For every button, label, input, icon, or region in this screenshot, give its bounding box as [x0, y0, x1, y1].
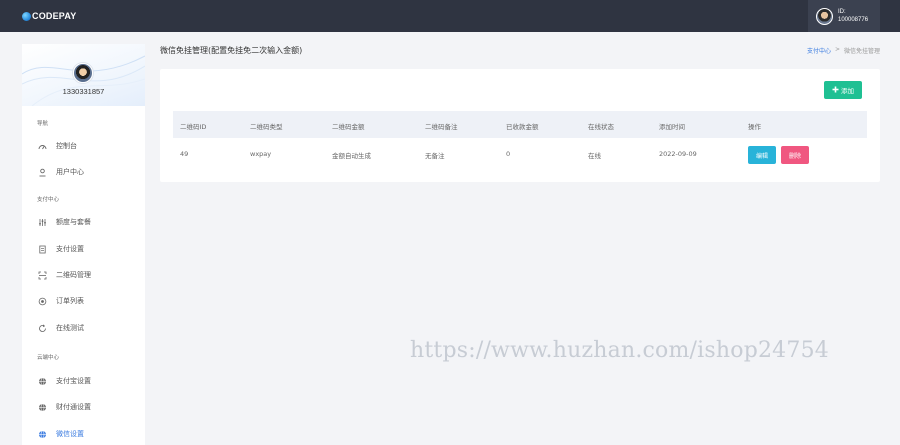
sidebar-item-alipay[interactable]: 支付宝设置 [38, 374, 138, 388]
sidebar-item-tenpay[interactable]: 财付通设置 [38, 400, 138, 414]
qrcode-panel: 添加 二维码ID 二维码类型 二维码金额 二维码备注 已收款金额 在线状态 添加… [160, 69, 880, 182]
sidebar-item-label: 额度与套餐 [56, 218, 91, 226]
sidebar-item-online-test[interactable]: 在线测试 [38, 321, 138, 335]
column-header-online-status: 在线状态 [588, 123, 614, 131]
column-header-amount: 二维码金额 [332, 123, 365, 131]
profile-avatar[interactable] [73, 63, 93, 83]
sidebar-item-user-center[interactable]: 用户中心 [38, 165, 138, 179]
sliders-icon [38, 218, 47, 227]
username: 1330331857 [62, 87, 105, 96]
sidebar-item-label: 控制台 [56, 142, 77, 150]
column-header-remark: 二维码备注 [425, 123, 458, 131]
logo-text: CODEPAY [32, 11, 77, 21]
section-title-nav: 导航 [37, 121, 49, 127]
globe-icon [38, 430, 47, 439]
column-header-type: 二维码类型 [250, 123, 283, 131]
sidebar-item-label: 订单列表 [56, 297, 84, 305]
user-menu[interactable]: ID: 100008776 [808, 0, 880, 32]
logo-mark-icon [22, 11, 31, 21]
list-icon [38, 297, 47, 306]
sidebar-item-label: 支付设置 [56, 245, 84, 253]
user-id-value: 100008776 [838, 17, 869, 23]
sidebar: 1330331857 导航 控制台 用户中心 支付中心 额度与套餐 支付设置 二… [22, 44, 145, 445]
logo[interactable]: CODEPAY [22, 10, 76, 22]
sidebar-item-payment-settings[interactable]: 支付设置 [38, 242, 138, 256]
sidebar-item-label: 财付通设置 [56, 403, 91, 411]
cell-remark: 无备注 [425, 152, 445, 160]
column-header-id: 二维码ID [180, 123, 207, 131]
sidebar-item-label: 二维码管理 [56, 271, 91, 279]
sidebar-item-label: 支付宝设置 [56, 377, 91, 385]
section-title-payment: 支付中心 [37, 197, 60, 203]
sidebar-item-qrcode[interactable]: 二维码管理 [38, 268, 138, 282]
column-header-add-time: 添加时间 [659, 123, 685, 131]
column-header-actions: 操作 [748, 123, 761, 131]
qrcode-icon [38, 271, 47, 280]
breadcrumb-link-payment-center[interactable]: 支付中心 [807, 46, 831, 55]
user-icon [38, 168, 47, 177]
sidebar-item-quota[interactable]: 额度与套餐 [38, 215, 138, 229]
add-button-label: 添加 [841, 87, 854, 95]
add-button[interactable]: 添加 [824, 81, 862, 99]
sidebar-item-label: 在线测试 [56, 324, 84, 332]
document-icon [38, 245, 47, 254]
globe-icon [38, 377, 47, 386]
globe-icon [38, 403, 47, 412]
sidebar-item-dashboard[interactable]: 控制台 [38, 139, 138, 153]
delete-button[interactable]: 删除 [781, 146, 809, 164]
breadcrumb-separator: > [834, 46, 840, 53]
section-title-cloud: 云端中心 [37, 355, 60, 361]
cell-online-status: 在线 [588, 152, 601, 160]
plus-icon [832, 86, 839, 95]
edit-button[interactable]: 编辑 [748, 146, 776, 164]
cell-type: wxpay [250, 150, 272, 158]
page-title: 微信免挂管理(配置免挂免二次输入金额) [160, 46, 303, 55]
top-bar: CODEPAY ID: 100008776 [0, 0, 900, 32]
sidebar-item-label: 微信设置 [56, 430, 84, 438]
user-id-label: ID: [838, 9, 846, 15]
user-id-block: ID: 100008776 [838, 8, 868, 24]
refresh-icon [38, 324, 47, 333]
breadcrumb-current: 微信免挂管理 [843, 48, 880, 55]
sidebar-item-orders[interactable]: 订单列表 [38, 294, 138, 308]
dashboard-icon [38, 142, 47, 151]
cell-id: 49 [180, 150, 189, 158]
cell-received: 0 [506, 150, 511, 158]
avatar [816, 7, 833, 25]
sidebar-item-wechat[interactable]: 微信设置 [38, 427, 138, 441]
sidebar-item-label: 用户中心 [56, 168, 84, 176]
cell-add-time: 2022-09-09 [659, 150, 697, 158]
cell-amount: 金额自动生成 [332, 152, 371, 160]
column-header-received: 已收款金额 [506, 123, 539, 131]
sidebar-profile-header [22, 44, 145, 106]
breadcrumb: 支付中心 > 微信免挂管理 [807, 46, 880, 55]
watermark-text: https://www.huzhan.com/ishop24754 [410, 338, 829, 363]
